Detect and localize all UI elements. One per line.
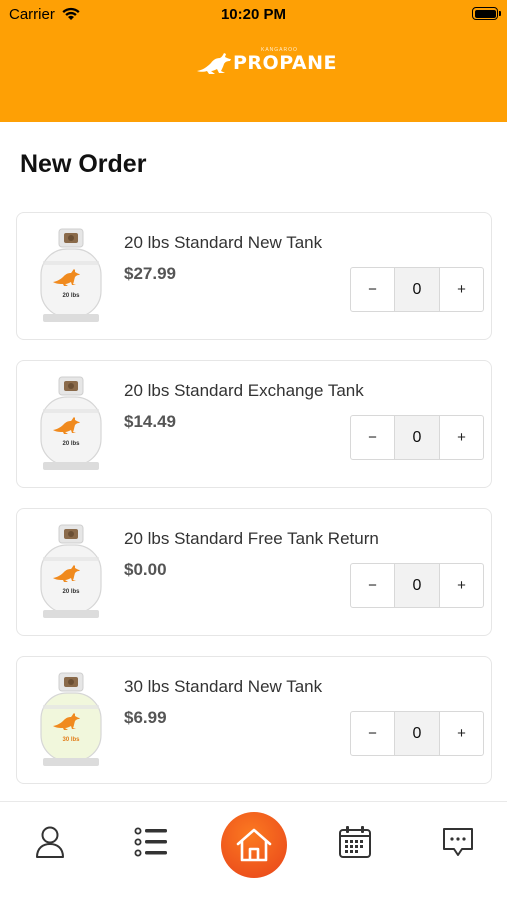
plus-icon: +: [457, 725, 466, 742]
quantity-stepper: − 0 +: [350, 563, 484, 608]
increase-quantity-button[interactable]: +: [439, 415, 484, 460]
tab-bar: [0, 801, 507, 900]
propane-tank-image: [37, 227, 105, 327]
quantity-value: 0: [395, 563, 439, 608]
decrease-quantity-button[interactable]: −: [350, 711, 395, 756]
product-card: 20 lbs 20 lbs Standard Free Tank Return …: [16, 508, 492, 636]
quantity-value: 0: [395, 415, 439, 460]
home-button[interactable]: [221, 812, 287, 878]
product-name: 20 lbs Standard Free Tank Return: [124, 529, 379, 548]
minus-icon: −: [368, 429, 377, 446]
product-card: 30 lbs 30 lbs Standard New Tank $6.99 − …: [16, 656, 492, 784]
kangaroo-logo-icon: [197, 53, 231, 74]
tank-size-label: 20 lbs: [62, 589, 80, 595]
home-icon: [236, 828, 272, 862]
tank-size-label: 20 lbs: [62, 441, 80, 447]
calendar-icon: [339, 826, 371, 858]
propane-tank-image: [37, 523, 105, 623]
product-name: 20 lbs Standard Exchange Tank: [124, 381, 364, 400]
minus-icon: −: [368, 281, 377, 298]
status-bar: Carrier 10:20 PM: [0, 0, 507, 30]
quantity-value: 0: [395, 711, 439, 756]
product-name: 30 lbs Standard New Tank: [124, 677, 323, 696]
tab-calendar[interactable]: [335, 822, 375, 862]
tab-orders[interactable]: [131, 822, 171, 862]
page-title: New Order: [20, 150, 147, 178]
plus-icon: +: [457, 429, 466, 446]
chat-icon: [443, 828, 473, 856]
increase-quantity-button[interactable]: +: [439, 563, 484, 608]
list-icon: [134, 827, 167, 857]
quantity-stepper: − 0 +: [350, 415, 484, 460]
product-price: $14.49: [124, 412, 176, 431]
status-time: 10:20 PM: [220, 6, 287, 23]
product-price: $27.99: [124, 264, 176, 283]
brand-name: PROPANE: [233, 52, 337, 74]
plus-icon: +: [457, 577, 466, 594]
tab-profile[interactable]: [30, 822, 70, 862]
product-price: $0.00: [124, 560, 167, 579]
quantity-stepper: − 0 +: [350, 267, 484, 312]
quantity-stepper: − 0 +: [350, 711, 484, 756]
product-card: 20 lbs 20 lbs Standard Exchange Tank $14…: [16, 360, 492, 488]
increase-quantity-button[interactable]: +: [439, 267, 484, 312]
header: Carrier 10:20 PM KANGAROO PROPANE: [0, 0, 507, 122]
product-card: 20 lbs 20 lbs Standard New Tank $27.99 −…: [16, 212, 492, 340]
decrease-quantity-button[interactable]: −: [350, 415, 395, 460]
increase-quantity-button[interactable]: +: [439, 711, 484, 756]
minus-icon: −: [368, 725, 377, 742]
decrease-quantity-button[interactable]: −: [350, 563, 395, 608]
tab-messages[interactable]: [438, 822, 478, 862]
propane-tank-image: [37, 375, 105, 475]
quantity-value: 0: [395, 267, 439, 312]
battery-icon: [472, 7, 501, 20]
product-name: 20 lbs Standard New Tank: [124, 233, 323, 252]
tank-size-label: 20 lbs: [62, 293, 80, 299]
product-price: $6.99: [124, 708, 167, 727]
propane-tank-image: [37, 671, 105, 771]
decrease-quantity-button[interactable]: −: [350, 267, 395, 312]
minus-icon: −: [368, 577, 377, 594]
plus-icon: +: [457, 281, 466, 298]
brand-logo: KANGAROO PROPANE: [195, 47, 336, 79]
profile-icon: [36, 826, 64, 858]
tank-size-label: 30 lbs: [62, 737, 80, 743]
